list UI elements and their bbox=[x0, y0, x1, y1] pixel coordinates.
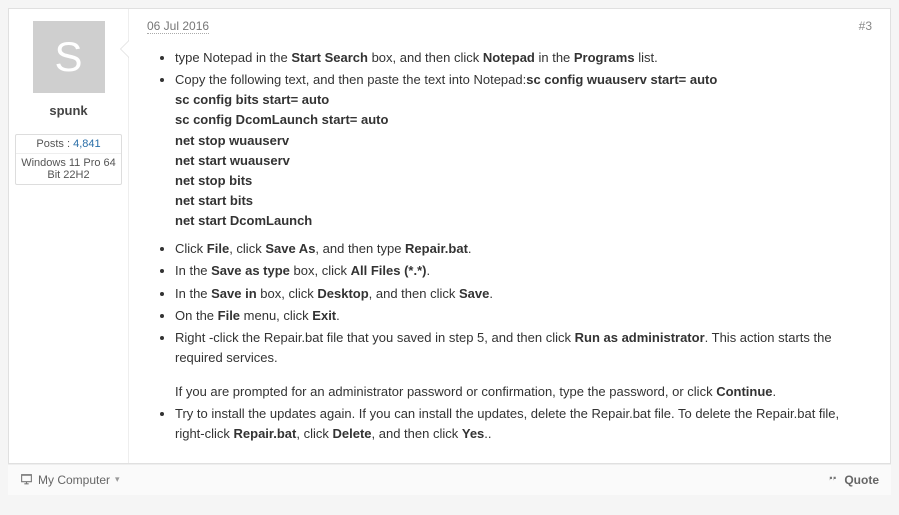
text: . bbox=[426, 263, 430, 278]
command-block: sc config wuauserv start= auto sc config … bbox=[175, 72, 872, 231]
text: , and then click bbox=[372, 426, 462, 441]
text-bold: Continue bbox=[716, 384, 772, 399]
my-computer-label: My Computer bbox=[38, 473, 110, 487]
posts-count-row: Posts : 4,841 bbox=[16, 135, 121, 154]
posts-label: Posts : bbox=[36, 138, 70, 150]
cmd-line: sc config wuauserv start= auto bbox=[526, 72, 717, 87]
text-bold: Notepad bbox=[483, 50, 535, 65]
chevron-down-icon: ▾ bbox=[115, 474, 120, 485]
text: . bbox=[773, 384, 777, 399]
monitor-icon bbox=[20, 473, 33, 486]
post-content: 06 Jul 2016 #3 type Notepad in the Start… bbox=[129, 9, 890, 463]
text-bold: Programs bbox=[574, 50, 635, 65]
text: box, click bbox=[290, 263, 351, 278]
cmd-line: net stop bits bbox=[175, 171, 872, 191]
text: , and then type bbox=[315, 241, 405, 256]
text: , and then click bbox=[369, 286, 459, 301]
text: . bbox=[489, 286, 493, 301]
text: in the bbox=[535, 50, 574, 65]
text-bold: Yes bbox=[462, 426, 484, 441]
cmd-line: net start DcomLaunch bbox=[175, 211, 872, 231]
list-item: In the Save in box, click Desktop, and t… bbox=[175, 284, 872, 304]
text-bold: File bbox=[207, 241, 229, 256]
text-bold: All Files (*.*) bbox=[351, 263, 427, 278]
text-bold: Repair.bat bbox=[405, 241, 468, 256]
text-bold: Desktop bbox=[317, 286, 368, 301]
text-bold: Delete bbox=[333, 426, 372, 441]
list-item: Right -click the Repair.bat file that yo… bbox=[175, 328, 872, 402]
text: type Notepad in the bbox=[175, 50, 291, 65]
text: In the bbox=[175, 263, 211, 278]
cmd-line: net start bits bbox=[175, 191, 872, 211]
text-bold: Save in bbox=[211, 286, 257, 301]
text: box, and then click bbox=[368, 50, 483, 65]
quote-icon bbox=[826, 473, 839, 486]
post-body: type Notepad in the Start Search box, an… bbox=[147, 48, 872, 445]
text: If you are prompted for an administrator… bbox=[175, 384, 716, 399]
text-bold: Save as type bbox=[211, 263, 290, 278]
list-item: type Notepad in the Start Search box, an… bbox=[175, 48, 872, 68]
quote-label: Quote bbox=[844, 473, 879, 487]
text: menu, click bbox=[240, 308, 312, 323]
list-item: Copy the following text, and then paste … bbox=[175, 70, 872, 231]
text-bold: Save As bbox=[265, 241, 315, 256]
forum-post: S spunk Posts : 4,841 Windows 11 Pro 64 … bbox=[8, 8, 891, 464]
instruction-list: type Notepad in the Start Search box, an… bbox=[147, 48, 872, 231]
quote-button[interactable]: Quote bbox=[826, 473, 879, 487]
post-header: 06 Jul 2016 #3 bbox=[147, 19, 872, 34]
text: , click bbox=[296, 426, 332, 441]
post-date[interactable]: 06 Jul 2016 bbox=[147, 19, 209, 34]
post-footer: My Computer ▾ Quote bbox=[8, 464, 891, 495]
post-sidebar: S spunk Posts : 4,841 Windows 11 Pro 64 … bbox=[9, 9, 129, 463]
list-item: Try to install the updates again. If you… bbox=[175, 404, 872, 444]
avatar[interactable]: S bbox=[33, 21, 105, 93]
cmd-line: sc config bits start= auto bbox=[175, 90, 872, 110]
list-item: In the Save as type box, click All Files… bbox=[175, 261, 872, 281]
text: In the bbox=[175, 286, 211, 301]
text: box, click bbox=[257, 286, 318, 301]
text: On the bbox=[175, 308, 218, 323]
text-bold: Repair.bat bbox=[234, 426, 297, 441]
text: Click bbox=[175, 241, 207, 256]
text-bold: Run as administrator bbox=[575, 330, 705, 345]
text: . bbox=[336, 308, 340, 323]
text-trailing: If you are prompted for an administrator… bbox=[175, 382, 872, 402]
os-row: Windows 11 Pro 64 Bit 22H2 bbox=[16, 154, 121, 184]
text-bold: Exit bbox=[312, 308, 336, 323]
text: Right -click the Repair.bat file that yo… bbox=[175, 330, 575, 345]
text: , click bbox=[229, 241, 265, 256]
cmd-line: net start wuauserv bbox=[175, 151, 872, 171]
cmd-line: net stop wuauserv bbox=[175, 131, 872, 151]
text: Copy the following text, and then paste … bbox=[175, 72, 526, 87]
my-computer-toggle[interactable]: My Computer ▾ bbox=[20, 473, 120, 487]
bubble-arrow bbox=[121, 41, 129, 57]
list-item: Click File, click Save As, and then type… bbox=[175, 239, 872, 259]
post-number-link[interactable]: #3 bbox=[859, 19, 872, 33]
text: list. bbox=[635, 50, 658, 65]
text-bold: File bbox=[218, 308, 240, 323]
text-bold: Start Search bbox=[291, 50, 368, 65]
text: . bbox=[468, 241, 472, 256]
cmd-line: sc config DcomLaunch start= auto bbox=[175, 110, 872, 130]
text: .. bbox=[484, 426, 491, 441]
posts-count-link[interactable]: 4,841 bbox=[73, 138, 101, 150]
instruction-list-2: Click File, click Save As, and then type… bbox=[147, 239, 872, 444]
username[interactable]: spunk bbox=[49, 103, 87, 118]
list-item: On the File menu, click Exit. bbox=[175, 306, 872, 326]
user-meta: Posts : 4,841 Windows 11 Pro 64 Bit 22H2 bbox=[15, 134, 122, 185]
text-bold: Save bbox=[459, 286, 489, 301]
